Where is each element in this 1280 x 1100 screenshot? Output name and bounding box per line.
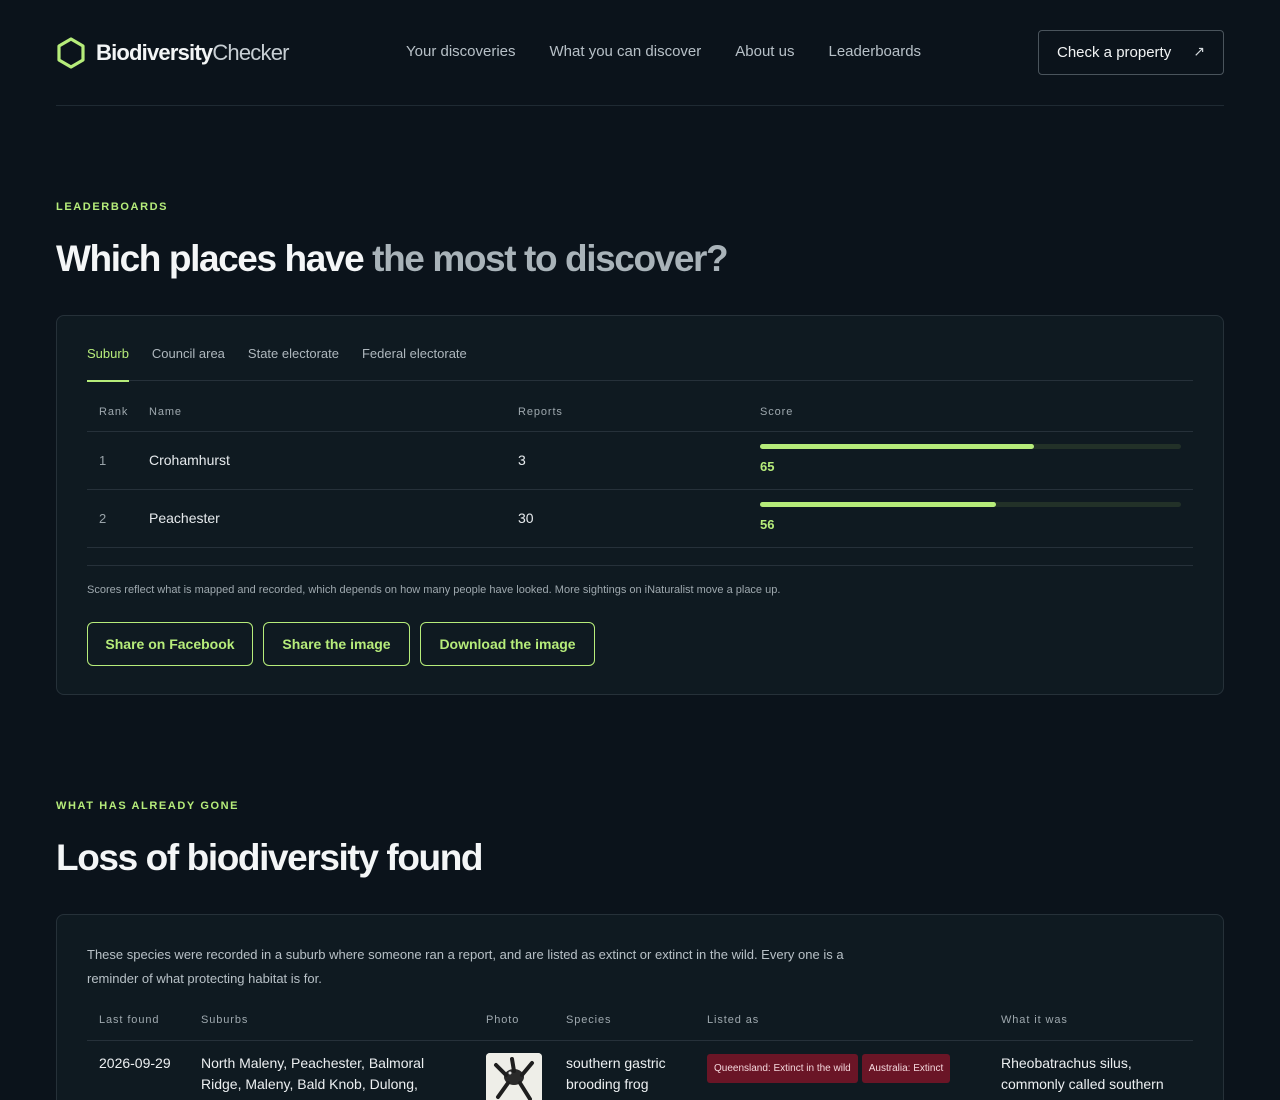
leaderboards-title-strong: Which places have — [56, 238, 365, 279]
leaderboards-title: Which places have the most to discover? — [56, 237, 729, 281]
column-name: Name — [149, 406, 182, 418]
table-spacer — [87, 548, 1193, 566]
check-property-button[interactable]: Check a property ↗ — [1038, 30, 1224, 75]
loss-card: These species were recorded in a suburb … — [56, 914, 1224, 1100]
score-note: Scores reflect what is mapped and record… — [87, 584, 781, 596]
brand-name-light: Checker — [212, 40, 289, 65]
row-rank: 2 — [99, 511, 107, 526]
column-what-it-was: What it was — [1001, 1014, 1068, 1026]
listed-as-tags: Queensland: Extinct in the wild Australia… — [707, 1054, 954, 1083]
species-photo[interactable] — [486, 1053, 542, 1100]
score-value: 56 — [760, 517, 775, 532]
suburbs-list: North Maleny, Peachester, Balmoral Ridge… — [201, 1055, 425, 1100]
nav-your-discoveries[interactable]: Your discoveries — [406, 43, 516, 61]
leaderboard-table-header: Rank Name Reports Score — [87, 381, 1193, 432]
column-reports: Reports — [518, 406, 563, 418]
main-nav: Your discoveries What you can discover A… — [406, 43, 955, 61]
column-suburbs: Suburbs — [201, 1014, 249, 1026]
site-header: BiodiversityChecker Your discoveries Wha… — [56, 0, 1224, 106]
score-value: 65 — [760, 459, 775, 474]
score-bar-track — [760, 502, 1181, 507]
table-row[interactable]: 2026-09-29 North Maleny, Peachester, Bal… — [87, 1041, 1193, 1100]
nav-what-you-can-discover[interactable]: What you can discover — [550, 43, 702, 61]
loss-eyebrow: WHAT HAS ALREADY GONE — [56, 800, 240, 812]
column-species: Species — [566, 1014, 612, 1026]
status-badge-queensland: Queensland: Extinct in the wild — [707, 1054, 858, 1083]
leaderboard-card: Suburb Council area State electorate Fed… — [56, 315, 1224, 695]
hexagon-logo-icon — [57, 37, 85, 69]
frog-photo-icon — [486, 1053, 542, 1100]
table-row[interactable]: 1 Crohamhurst 3 65 — [87, 432, 1193, 490]
loss-title: Loss of biodiversity found — [56, 837, 484, 878]
column-score: Score — [760, 406, 794, 418]
loss-table-header: Last found Suburbs Photo Species Listed … — [87, 1007, 1193, 1041]
tab-council-area[interactable]: Council area — [152, 316, 225, 381]
column-listed-as: Listed as — [707, 1014, 760, 1026]
share-facebook-button[interactable]: Share on Facebook — [87, 622, 253, 666]
loss-intro: These species were recorded in a suburb … — [87, 947, 844, 986]
arrow-up-right-icon: ↗ — [1193, 43, 1205, 59]
status-badge-australia: Australia: Extinct — [861, 1054, 951, 1083]
row-reports: 30 — [518, 510, 534, 526]
nav-leaderboards[interactable]: Leaderboards — [828, 43, 921, 61]
check-property-label: Check a property — [1057, 44, 1172, 61]
last-found-date: 2026-09-29 — [99, 1055, 171, 1071]
logo[interactable]: BiodiversityChecker — [56, 37, 289, 69]
brand-name: BiodiversityChecker — [96, 38, 289, 68]
tab-state-electorate[interactable]: State electorate — [248, 316, 339, 381]
tab-suburb[interactable]: Suburb — [87, 316, 129, 382]
row-name: Crohamhurst — [149, 452, 230, 468]
leaderboard-tabs: Suburb Council area State electorate Fed… — [87, 316, 1193, 382]
column-last-found: Last found — [99, 1014, 160, 1026]
column-rank: Rank — [99, 406, 129, 418]
row-name: Peachester — [149, 510, 220, 526]
score-bar-fill — [760, 502, 996, 507]
share-image-button[interactable]: Share the image — [263, 622, 410, 666]
leaderboards-title-muted: the most to discover? — [372, 238, 728, 279]
score-bar-track — [760, 444, 1181, 449]
column-photo: Photo — [486, 1014, 520, 1026]
leaderboards-eyebrow: LEADERBOARDS — [56, 201, 169, 213]
tab-federal-electorate[interactable]: Federal electorate — [362, 316, 467, 381]
row-rank: 1 — [99, 453, 107, 468]
nav-about-us[interactable]: About us — [735, 43, 794, 61]
download-image-button[interactable]: Download the image — [420, 622, 595, 666]
score-bar-fill — [760, 444, 1034, 449]
table-row[interactable]: 2 Peachester 30 56 — [87, 490, 1193, 548]
species-name: southern gastric brooding frog — [566, 1055, 666, 1092]
row-reports: 3 — [518, 452, 526, 468]
brand-name-bold: Biodiversity — [96, 40, 213, 65]
species-description: Rheobatrachus silus, commonly called sou… — [1001, 1055, 1164, 1092]
